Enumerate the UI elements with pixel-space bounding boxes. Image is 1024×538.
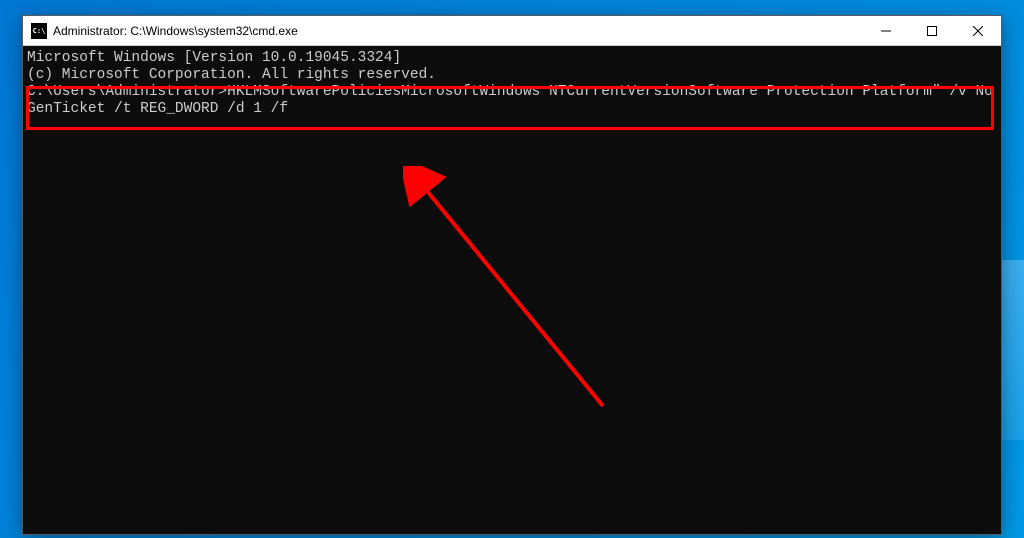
terminal-version-line: Microsoft Windows [Version 10.0.19045.33… [27, 50, 1001, 67]
cmd-icon [31, 23, 47, 39]
terminal-area[interactable]: Microsoft Windows [Version 10.0.19045.33… [23, 46, 1001, 534]
minimize-button[interactable] [863, 16, 909, 45]
terminal-copyright-line: (c) Microsoft Corporation. All rights re… [27, 67, 1001, 84]
titlebar[interactable]: Administrator: C:\Windows\system32\cmd.e… [23, 16, 1001, 46]
minimize-icon [881, 26, 891, 36]
close-icon [973, 26, 983, 36]
annotation-arrow [403, 166, 623, 416]
window-controls [863, 16, 1001, 45]
close-button[interactable] [955, 16, 1001, 45]
cmd-window: Administrator: C:\Windows\system32\cmd.e… [22, 15, 1002, 535]
maximize-icon [927, 26, 937, 36]
maximize-button[interactable] [909, 16, 955, 45]
window-title: Administrator: C:\Windows\system32\cmd.e… [53, 24, 863, 38]
terminal-command-line: C:\Users\Administrator>HKLMSoftwarePolic… [27, 84, 1001, 118]
